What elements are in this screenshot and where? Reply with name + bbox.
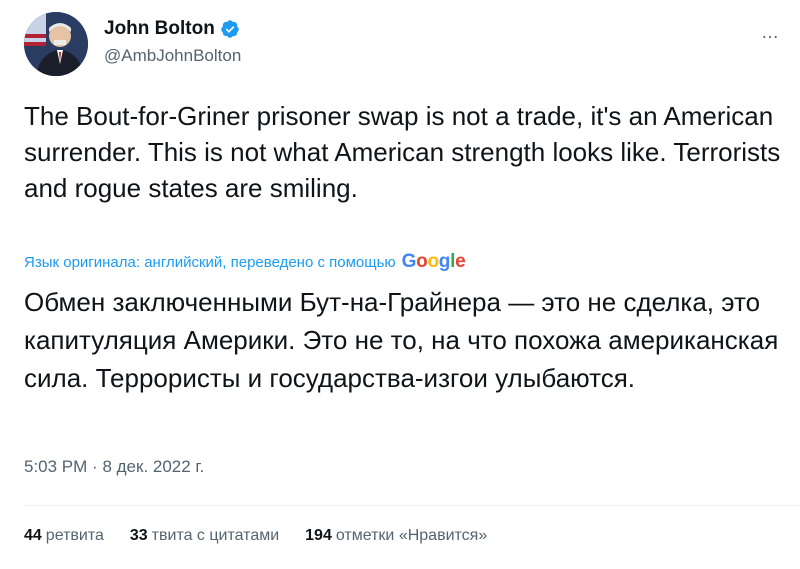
retweets-count: 44 bbox=[24, 527, 42, 544]
verified-badge-icon bbox=[221, 20, 239, 38]
likes-label: отметки «Нравится» bbox=[335, 527, 488, 544]
tweet-date: 8 дек. 2022 г. bbox=[102, 457, 205, 476]
google-logo-letter: G bbox=[401, 251, 417, 272]
retweets-label: ретвита bbox=[45, 527, 104, 544]
tweet-text: The Bout-for-Griner prisoner swap is not… bbox=[24, 101, 781, 203]
google-logo-letter: g bbox=[438, 251, 451, 272]
avatar[interactable] bbox=[24, 12, 88, 76]
quotes-count: 33 bbox=[129, 527, 148, 544]
google-logo: Google bbox=[402, 251, 466, 273]
author-handle[interactable]: @AmbJohnBolton bbox=[104, 46, 241, 66]
avatar-image bbox=[24, 12, 88, 76]
google-logo-letter: o bbox=[416, 251, 428, 272]
translated-text: Обмен заключенными Бут-на-Грайнера — это… bbox=[24, 287, 779, 393]
quotes-label: твита с цитатами bbox=[151, 527, 280, 544]
divider bbox=[24, 505, 800, 506]
engagement-stats: 44 ретвита 33 твита с цитатами 194 отметки … bbox=[24, 527, 487, 545]
retweets-stat[interactable]: 44 ретвита bbox=[24, 527, 104, 545]
quotes-stat[interactable]: 33 твита с цитатами bbox=[130, 527, 279, 545]
meta-separator: · bbox=[92, 457, 98, 476]
google-logo-letter: o bbox=[427, 251, 439, 272]
google-logo-letter: e bbox=[455, 251, 466, 272]
more-options-icon[interactable]: … bbox=[761, 22, 780, 43]
translation-notice: Язык оригинала: английский, переведено с… bbox=[24, 251, 466, 273]
author-name-row: John Bolton bbox=[104, 18, 240, 40]
translation-notice-text[interactable]: Язык оригинала: английский, переведено с… bbox=[24, 254, 396, 271]
tweet-time: 5:03 PM bbox=[24, 457, 88, 476]
likes-count: 194 bbox=[305, 527, 332, 544]
likes-stat[interactable]: 194 отметки «Нравится» bbox=[305, 527, 487, 545]
tweet-timestamp[interactable]: 5:03 PM · 8 дек. 2022 г. bbox=[24, 457, 204, 477]
author-name[interactable]: John Bolton bbox=[104, 18, 215, 40]
